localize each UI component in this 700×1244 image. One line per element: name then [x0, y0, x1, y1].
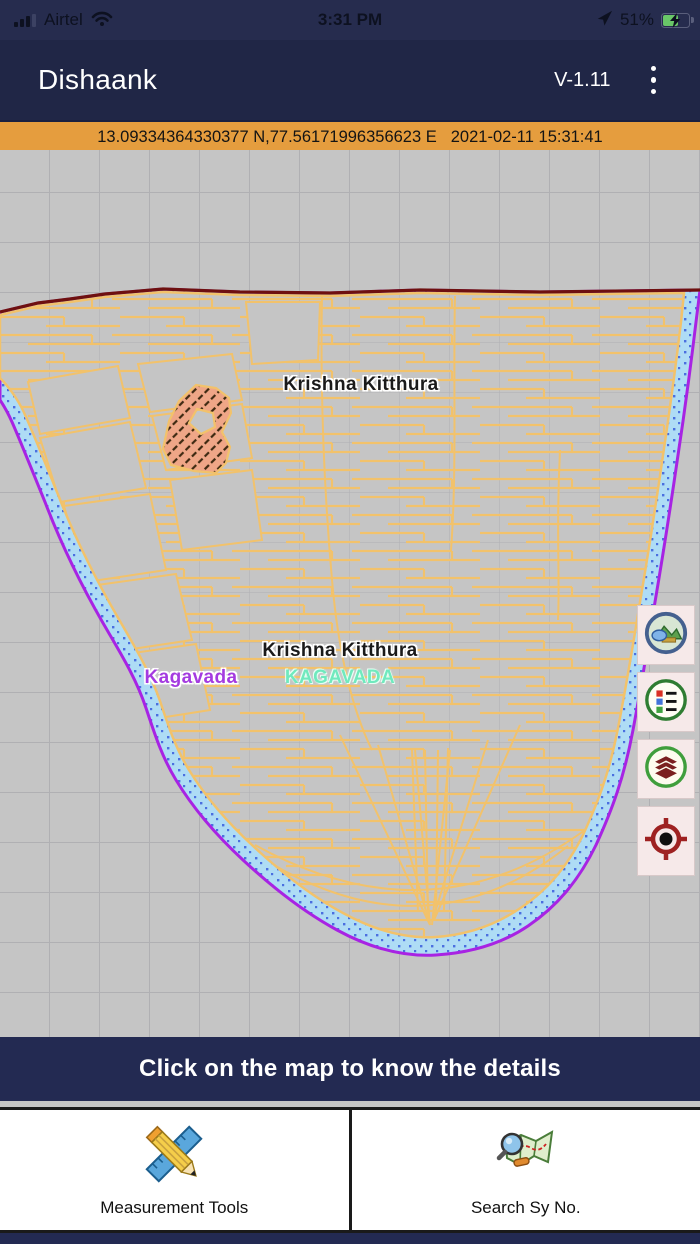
layers-icon — [643, 744, 689, 795]
layers-button[interactable] — [637, 739, 695, 799]
measurement-tools-icon — [135, 1120, 213, 1197]
search-sy-no-button[interactable]: Search Sy No. — [348, 1110, 700, 1230]
cadastral-map[interactable]: Krishna Kitthura Krishna Kitthura Kagava… — [0, 150, 700, 1037]
wifi-icon — [91, 10, 113, 31]
place-label-kagavada: Kagavada — [144, 667, 238, 688]
battery-percent: 51% — [619, 10, 654, 29]
overview-map-icon — [643, 610, 689, 661]
legend-icon — [643, 677, 689, 728]
app-version: V-1.11 — [554, 68, 611, 91]
overflow-menu-icon[interactable] — [650, 65, 656, 95]
village-map-canvas — [0, 287, 700, 957]
hint-text: Click on the map to know the details — [139, 1055, 561, 1082]
coordinate-bar: 13.09334364330377 N,77.56171996356623 E … — [0, 120, 700, 152]
carrier-name: Airtel — [44, 10, 83, 29]
my-location-icon — [642, 815, 690, 868]
bottom-toolbar: Measurement Tools Search Sy No. — [0, 1107, 700, 1233]
village-label-bottom: Krishna Kitthura — [262, 640, 418, 661]
location-arrow-icon — [595, 9, 613, 32]
measurement-tools-label: Measurement Tools — [100, 1198, 249, 1217]
measurement-tools-button[interactable]: Measurement Tools — [0, 1110, 349, 1230]
hint-bar: Click on the map to know the details — [0, 1037, 700, 1101]
cell-signal-icon — [14, 13, 36, 27]
gps-timestamp: 2021-02-11 15:31:41 — [450, 127, 603, 146]
overview-map-button[interactable] — [637, 605, 695, 665]
village-label-top: Krishna Kitthura — [283, 374, 439, 395]
search-map-icon — [490, 1120, 562, 1191]
app-title: Dishaank — [38, 64, 158, 95]
app-screen: 3:31 PM Airtel 51% Dishaank V-1.11 13.09… — [0, 0, 700, 1244]
app-bar: Dishaank V-1.11 — [0, 40, 700, 120]
legend-button[interactable] — [637, 672, 695, 732]
battery-charging-icon — [661, 12, 694, 28]
place-label-kagavada-alt: KAGAVADA — [284, 667, 396, 688]
home-indicator-area — [0, 1233, 700, 1244]
gps-coordinates: 13.09334364330377 N,77.56171996356623 E — [97, 127, 437, 146]
my-location-button[interactable] — [637, 806, 695, 876]
map-control-stack — [637, 605, 695, 876]
status-bar: 3:31 PM Airtel 51% — [0, 0, 700, 40]
search-sy-no-label: Search Sy No. — [470, 1198, 581, 1217]
